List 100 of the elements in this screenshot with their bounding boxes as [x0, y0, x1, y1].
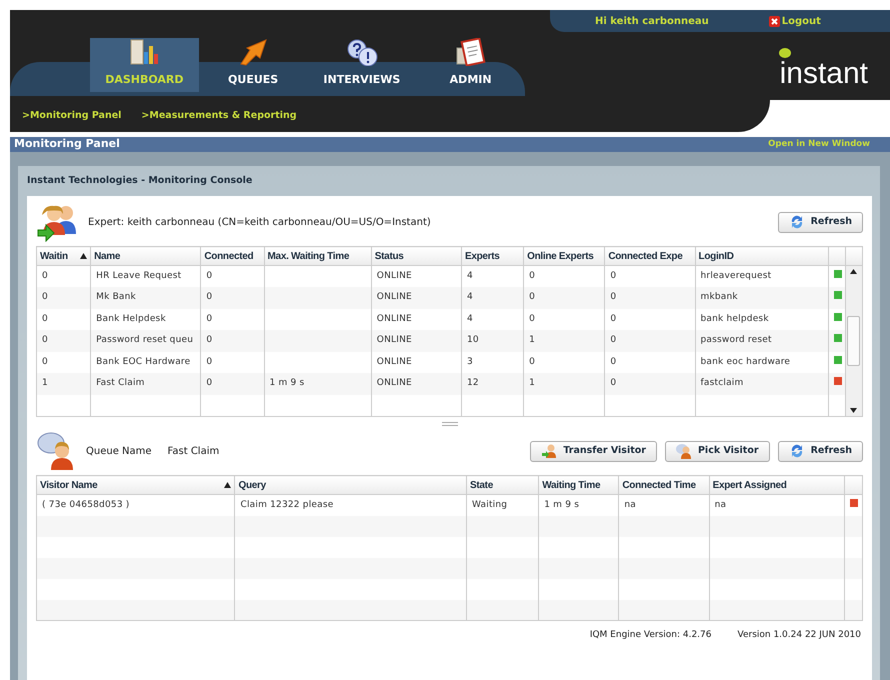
table-cell: 4 [466, 271, 473, 282]
table-cell: Fast Claim [96, 378, 145, 388]
table-cell: 0 [610, 292, 616, 302]
table-cell: ONLINE [376, 292, 412, 302]
table-cell: Waiting [472, 500, 508, 510]
table-cell: Mk Bank [96, 292, 136, 302]
nav-tab[interactable]: QUEUES [198, 38, 308, 96]
table-cell: mkbank [700, 292, 738, 302]
table-cell: 0 [610, 271, 616, 282]
app-version: Version 1.0.24 22 JUN 2010 [738, 629, 861, 642]
expert-text: Expert: keith carbonneau (CN=keith carbonneau/OU=US/O=Instant) [88, 216, 431, 230]
column-header[interactable]: Online Experts [524, 246, 605, 266]
greeting-text: Hi keith carbonneau [595, 14, 709, 28]
toolbar-button[interactable]: Refresh [778, 440, 863, 462]
table-cell: 1 m 9 s [270, 378, 304, 388]
table-cell: HR Leave Request [96, 271, 182, 282]
splitter-handle-icon[interactable] [442, 422, 458, 426]
scroll-up-arrow-icon[interactable] [850, 269, 858, 274]
table-cell: 10 [466, 335, 479, 346]
table-cell: 1 m 9 s [544, 500, 580, 510]
toolbar-button[interactable]: Transfer Visitor [530, 440, 657, 462]
table-cell: Claim 12322 please [240, 500, 334, 510]
column-header[interactable]: Visitor Name [36, 476, 235, 495]
sort-ascending-icon [80, 253, 88, 260]
column-header[interactable]: State [466, 476, 539, 495]
column-header[interactable]: Waiting Time [538, 476, 619, 495]
table-cell: 0 [610, 356, 616, 367]
column-header[interactable]: Connected Time [618, 476, 710, 495]
table-cell: 3 [466, 356, 473, 367]
column-header[interactable]: Max. Waiting Time [264, 246, 372, 266]
table-cell: bank helpdesk [700, 314, 769, 324]
column-header[interactable]: Experts [461, 246, 524, 266]
table-cell: ONLINE [376, 335, 412, 346]
column-header[interactable]: Connected [200, 246, 264, 266]
question-bubbles-icon [346, 38, 378, 66]
subnav-link[interactable]: >Measurements & Reporting [141, 108, 297, 124]
table-cell: 0 [42, 356, 48, 367]
sort-ascending-icon [224, 482, 232, 488]
engine-version: IQM Engine Version: 4.2.76 [590, 629, 712, 642]
table-cell: ( 73e 04658d053 ) [42, 500, 130, 510]
table-cell: 1 [42, 378, 48, 388]
table-cell: 4 [466, 314, 473, 324]
table-cell: ONLINE [376, 378, 412, 388]
column-header[interactable]: Connected Expe [604, 246, 696, 266]
column-header[interactable]: Expert Assigned [709, 476, 844, 495]
console-title: Instant Technologies - Monitoring Console [27, 174, 254, 188]
table-cell: 1 [529, 378, 536, 388]
table-cell: na [624, 500, 636, 510]
table-cell: 0 [42, 271, 48, 282]
table-cell: 0 [206, 292, 212, 302]
table-cell: 0 [42, 335, 48, 346]
table-cell: 4 [466, 292, 473, 302]
queue-name-value: Fast Claim [168, 444, 220, 459]
table-cell: 0 [610, 314, 616, 324]
toolbar-button[interactable]: Pick Visitor [664, 440, 770, 462]
table-cell: Bank Helpdesk [96, 314, 166, 324]
table-cell: 0 [529, 356, 536, 367]
table-cell: Password reset queu [96, 335, 194, 346]
table-cell: fastclaim [700, 378, 744, 388]
person-bubble-icon [676, 443, 692, 460]
table-cell: 0 [206, 378, 212, 388]
table-cell: 0 [529, 271, 536, 282]
table-cell: ONLINE [376, 356, 412, 367]
scroll-down-arrow-icon[interactable] [850, 408, 858, 414]
close-icon [768, 16, 780, 26]
scrollbar-thumb[interactable] [847, 316, 860, 366]
queue-name-label: Queue Name [86, 444, 152, 459]
table-cell: ONLINE [376, 271, 412, 282]
table-cell: 0 [206, 314, 212, 324]
table-cell: Bank EOC Hardware [96, 356, 190, 367]
subnav-link[interactable]: >Monitoring Panel [22, 108, 122, 124]
table-cell: password reset [700, 335, 772, 346]
table-cell: bank eoc hardware [700, 356, 790, 367]
table-cell: 12 [466, 378, 479, 388]
arrow-icon [238, 38, 268, 66]
table-cell: hrleaverequest [700, 271, 772, 282]
nav-tab[interactable]: ADMIN [416, 38, 525, 96]
person-arrow-icon [541, 443, 558, 460]
logo: instant [780, 56, 868, 92]
column-header[interactable]: Status [371, 246, 462, 266]
column-header[interactable]: LoginID [695, 246, 828, 266]
column-header[interactable]: Waitin [36, 246, 91, 266]
table-cell: 0 [206, 335, 212, 346]
table-cell: 0 [610, 378, 616, 388]
column-header[interactable]: Name [90, 246, 201, 266]
table-cell: 0 [610, 335, 616, 346]
table-cell: 0 [529, 292, 536, 302]
table-cell: ONLINE [376, 314, 412, 324]
table-cell: 0 [206, 271, 212, 282]
logout-link[interactable]: Logout [768, 14, 821, 28]
table-cell: 0 [529, 314, 536, 324]
table-cell: na [714, 500, 726, 510]
speech-bubble-icon [778, 48, 792, 60]
table-cell: 0 [42, 314, 48, 324]
nav-tab[interactable]: INTERVIEWS [308, 38, 416, 96]
refresh-button[interactable]: Refresh [778, 212, 863, 233]
chart-icon [129, 38, 160, 66]
table-cell: 0 [206, 356, 212, 367]
table-cell: 0 [42, 292, 48, 302]
column-header[interactable]: Query [234, 476, 467, 495]
